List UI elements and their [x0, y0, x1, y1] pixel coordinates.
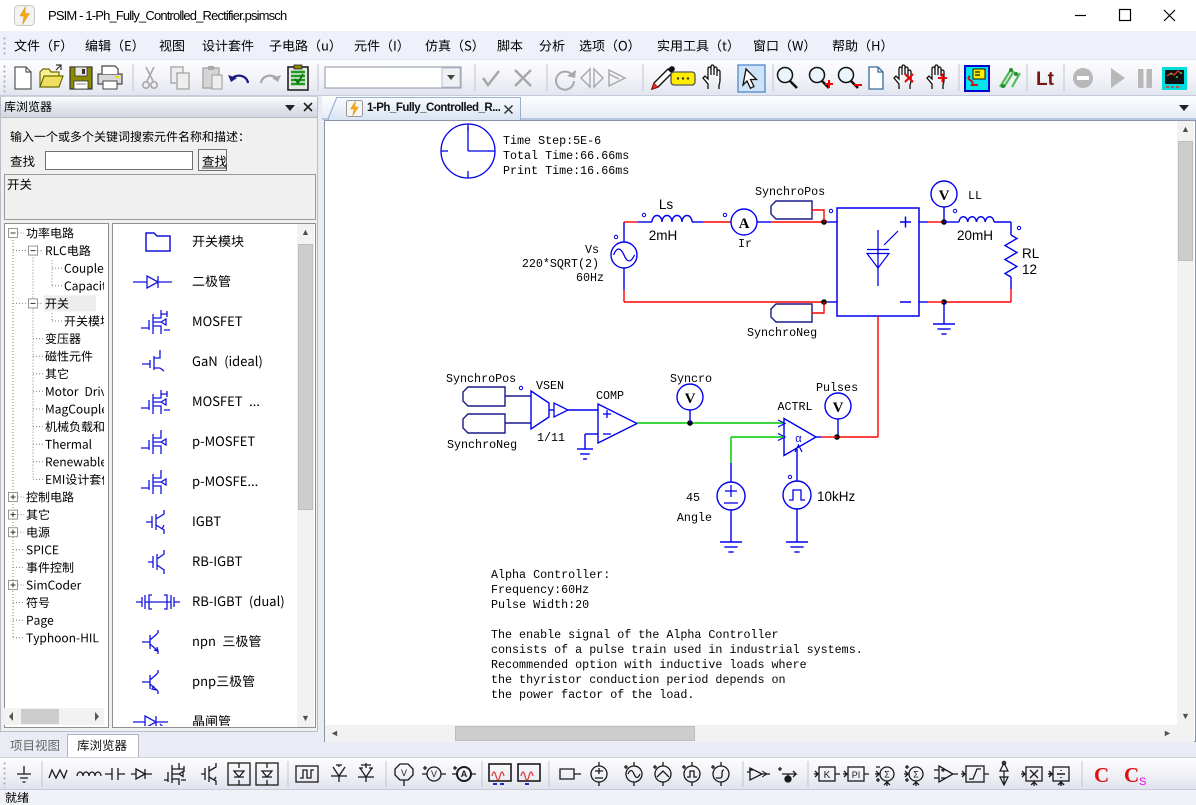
svg-text:S: S	[1139, 776, 1146, 788]
svg-text:COMP: COMP	[596, 389, 624, 403]
svg-text:consists of a pulse train used: consists of a pulse train used in indust…	[491, 643, 863, 657]
svg-text:Pulses: Pulses	[816, 381, 858, 395]
svg-text:Frequency:60Hz: Frequency:60Hz	[491, 583, 589, 597]
svg-text:Alpha Controller:: Alpha Controller:	[491, 568, 610, 582]
svg-text:Total Time:66.66ms: Total Time:66.66ms	[503, 149, 629, 163]
svg-text:Angle: Angle	[677, 511, 712, 525]
svg-text:Σ: Σ	[884, 770, 890, 780]
svg-text:SynchroPos: SynchroPos	[755, 185, 825, 199]
svg-text:Lt: Lt	[1036, 69, 1055, 90]
svg-text:ACTRL: ACTRL	[777, 400, 812, 414]
svg-text:V: V	[431, 769, 437, 779]
svg-text:V: V	[685, 391, 696, 407]
svg-text:the power factor of the load.: the power factor of the load.	[491, 688, 694, 702]
svg-text:SynchroPos: SynchroPos	[446, 372, 516, 386]
svg-text:12: 12	[1022, 262, 1037, 277]
svg-text:2mH: 2mH	[649, 228, 678, 243]
svg-text:20mH: 20mH	[957, 228, 993, 243]
svg-text:1/11: 1/11	[537, 431, 565, 445]
svg-text:VSEN: VSEN	[536, 379, 564, 393]
svg-text:Ir: Ir	[738, 237, 752, 251]
svg-text:Ls: Ls	[659, 197, 674, 212]
svg-text:C: C	[1124, 763, 1139, 787]
svg-text:Recommended option with induct: Recommended option with inductive loads …	[491, 658, 807, 672]
svg-text:45: 45	[686, 491, 700, 505]
svg-text:A: A	[739, 216, 750, 232]
svg-text:Σ: Σ	[913, 770, 919, 780]
svg-text:PI: PI	[852, 770, 861, 780]
svg-text:V: V	[939, 188, 950, 204]
svg-text:SynchroNeg: SynchroNeg	[747, 326, 817, 340]
svg-text:SynchroNeg: SynchroNeg	[447, 438, 517, 452]
svg-text:The enable signal of the Alpha: The enable signal of the Alpha Controlle…	[491, 628, 779, 642]
svg-text:LL: LL	[968, 189, 982, 203]
svg-text:60Hz: 60Hz	[576, 271, 604, 285]
svg-text:RL: RL	[1022, 246, 1040, 261]
svg-text:Print Time:16.66ms: Print Time:16.66ms	[503, 164, 629, 178]
svg-text:the thyristor conduction perio: the thyristor conduction period depends …	[491, 673, 786, 687]
svg-text:10kHz: 10kHz	[817, 489, 856, 504]
svg-text:V: V	[833, 400, 844, 416]
svg-text:A: A	[461, 769, 468, 779]
svg-text:V: V	[401, 768, 407, 778]
svg-text:C: C	[1094, 763, 1109, 787]
svg-text:Pulse Width:20: Pulse Width:20	[491, 598, 589, 612]
svg-text:K: K	[824, 770, 831, 781]
svg-text:220*SQRT(2): 220*SQRT(2)	[522, 257, 599, 271]
svg-text:Time Step:5E-6: Time Step:5E-6	[503, 134, 601, 148]
svg-text:Vs: Vs	[585, 243, 599, 257]
svg-text:Syncro: Syncro	[670, 372, 712, 386]
